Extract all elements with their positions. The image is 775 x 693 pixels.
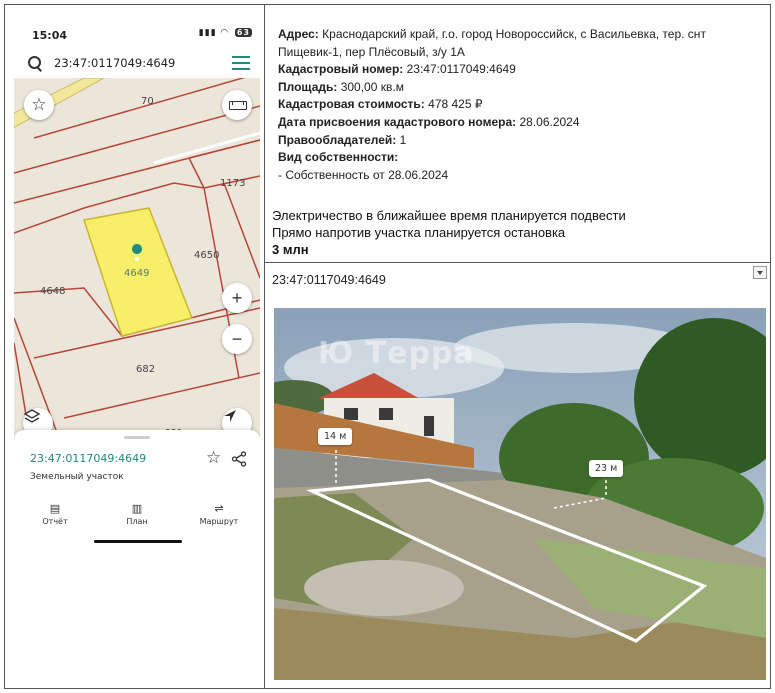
star-outline-icon: ☆ xyxy=(31,95,47,114)
cadastral-value: 23:47:0117049:4649 xyxy=(406,62,516,77)
address-label: Адрес: xyxy=(278,27,319,41)
watermark-logo: Ю Терра xyxy=(318,336,475,371)
sheet-cadastral-number: 23:47:0117049:4649 xyxy=(30,452,147,465)
favorite-map-button[interactable]: ☆ xyxy=(24,90,54,120)
boundary-line xyxy=(14,105,260,174)
note-line-bus-stop: Прямо напротив участка планируется остан… xyxy=(272,225,566,240)
owners-value: 1 xyxy=(399,132,407,147)
note-line-electricity: Электричество в ближайшее время планируе… xyxy=(272,208,626,223)
home-indicator xyxy=(94,540,182,543)
battery-icon: 63 xyxy=(234,28,252,37)
navigation-arrow-icon xyxy=(224,410,236,422)
photo-title: 23:47:0117049:4649 xyxy=(272,273,386,287)
minus-icon: − xyxy=(231,328,243,349)
star-outline-icon[interactable]: ☆ xyxy=(206,448,221,468)
zoom-out-button[interactable]: − xyxy=(222,324,252,354)
address-value: Краснодарский край, г.о. город Новоросси… xyxy=(278,27,706,59)
ownership-label: Вид собственности: xyxy=(278,150,399,165)
date-row: Дата присвоения кадастрового номера: 28.… xyxy=(278,114,758,132)
hamburger-menu-icon[interactable] xyxy=(232,56,250,70)
map-label-road: 70 xyxy=(141,96,154,107)
plot-info: Адрес: Краснодарский край, г.о. город Но… xyxy=(278,26,758,184)
search-input[interactable]: 23:47:0117049:4649 xyxy=(54,56,175,70)
area-row: Площадь: 300,00 кв.м xyxy=(278,79,758,97)
map-label-plot: 682 xyxy=(136,364,156,375)
owners-label: Правообладателей: xyxy=(278,132,397,147)
sheet-object-kind: Земельный участок xyxy=(30,472,124,482)
table-divider-horizontal xyxy=(264,262,771,263)
nav-plan-label: План xyxy=(126,517,148,526)
map-label-selected-plot: 4649 xyxy=(124,268,150,279)
cadastral-label: Кадастровый номер: xyxy=(278,62,404,77)
area-label: Площадь: xyxy=(278,79,338,94)
cost-row: Кадастровая стоимость: 478 425 ₽ xyxy=(278,96,758,114)
zoom-in-button[interactable]: + xyxy=(222,283,252,313)
pin-dot xyxy=(135,257,139,261)
search-icon[interactable] xyxy=(26,54,44,72)
nav-route-label: Маршрут xyxy=(199,517,239,526)
price: 3 млн xyxy=(272,242,309,257)
status-icons: ▮▮▮ ◠ 63 xyxy=(199,28,252,38)
date-label: Дата присвоения кадастрового номера: xyxy=(278,114,517,129)
bottom-nav: ▤ Отчёт ▥ План ⇌ Маршрут xyxy=(14,498,260,534)
ownership-value: - Собственность от 28.06.2024 xyxy=(278,167,449,182)
nav-plan[interactable]: ▥ План xyxy=(102,502,172,526)
bottom-sheet[interactable]: 23:47:0117049:4649 Земельный участок ☆ xyxy=(14,430,260,498)
address-row: Адрес: Краснодарский край, г.о. город Но… xyxy=(278,26,758,61)
cost-label: Кадастровая стоимость: xyxy=(278,97,425,112)
boundary-line xyxy=(223,182,260,279)
sheet-grab-handle[interactable] xyxy=(124,436,150,439)
map-label-plot: 4650 xyxy=(194,250,220,261)
route-icon: ⇌ xyxy=(214,502,224,515)
status-bar: 15:04 ▮▮▮ ◠ 63 xyxy=(14,20,260,48)
cost-value: 478 425 ₽ xyxy=(428,97,483,112)
dimension-label-width: 14 м xyxy=(318,428,353,445)
map-canvas xyxy=(14,78,260,438)
status-time: 15:04 xyxy=(32,29,68,42)
nav-report-label: Отчёт xyxy=(42,517,68,526)
table-divider-vertical xyxy=(264,4,265,689)
cadastral-map[interactable]: 70 1173 4650 4648 4649 682 681 ☆ + − xyxy=(14,78,260,438)
plus-icon: + xyxy=(231,287,243,308)
cadastral-row: Кадастровый номер: 23:47:0117049:4649 xyxy=(278,61,758,79)
document-icon: ▤ xyxy=(49,502,61,515)
wifi-icon: ◠ xyxy=(220,28,229,38)
owners-row: Правообладателей: 1 xyxy=(278,132,758,150)
map-label-plot: 1173 xyxy=(220,178,246,189)
dropdown-arrow-button[interactable] xyxy=(753,266,767,279)
ruler-icon[interactable] xyxy=(222,90,252,120)
map-label-plot: 4648 xyxy=(40,286,66,297)
area-value: 300,00 кв.м xyxy=(340,79,404,94)
road-line xyxy=(153,131,260,165)
signal-icon: ▮▮▮ xyxy=(198,28,217,38)
ownership-row: Вид собственности: xyxy=(278,149,758,167)
search-bar[interactable]: 23:47:0117049:4649 xyxy=(18,50,256,76)
nav-report[interactable]: ▤ Отчёт xyxy=(20,502,90,526)
dimension-label-length: 23 м xyxy=(589,460,624,477)
map-icon: ▥ xyxy=(131,502,143,515)
date-value: 28.06.2024 xyxy=(519,114,580,129)
share-icon[interactable] xyxy=(231,451,247,467)
phone-screenshot: 15:04 ▮▮▮ ◠ 63 23:47:0117049:4649 70 117… xyxy=(14,20,260,550)
listing-note: Электричество в ближайшее время планируе… xyxy=(272,207,762,258)
nav-route[interactable]: ⇌ Маршрут xyxy=(184,502,254,526)
layers-icon xyxy=(23,409,41,423)
